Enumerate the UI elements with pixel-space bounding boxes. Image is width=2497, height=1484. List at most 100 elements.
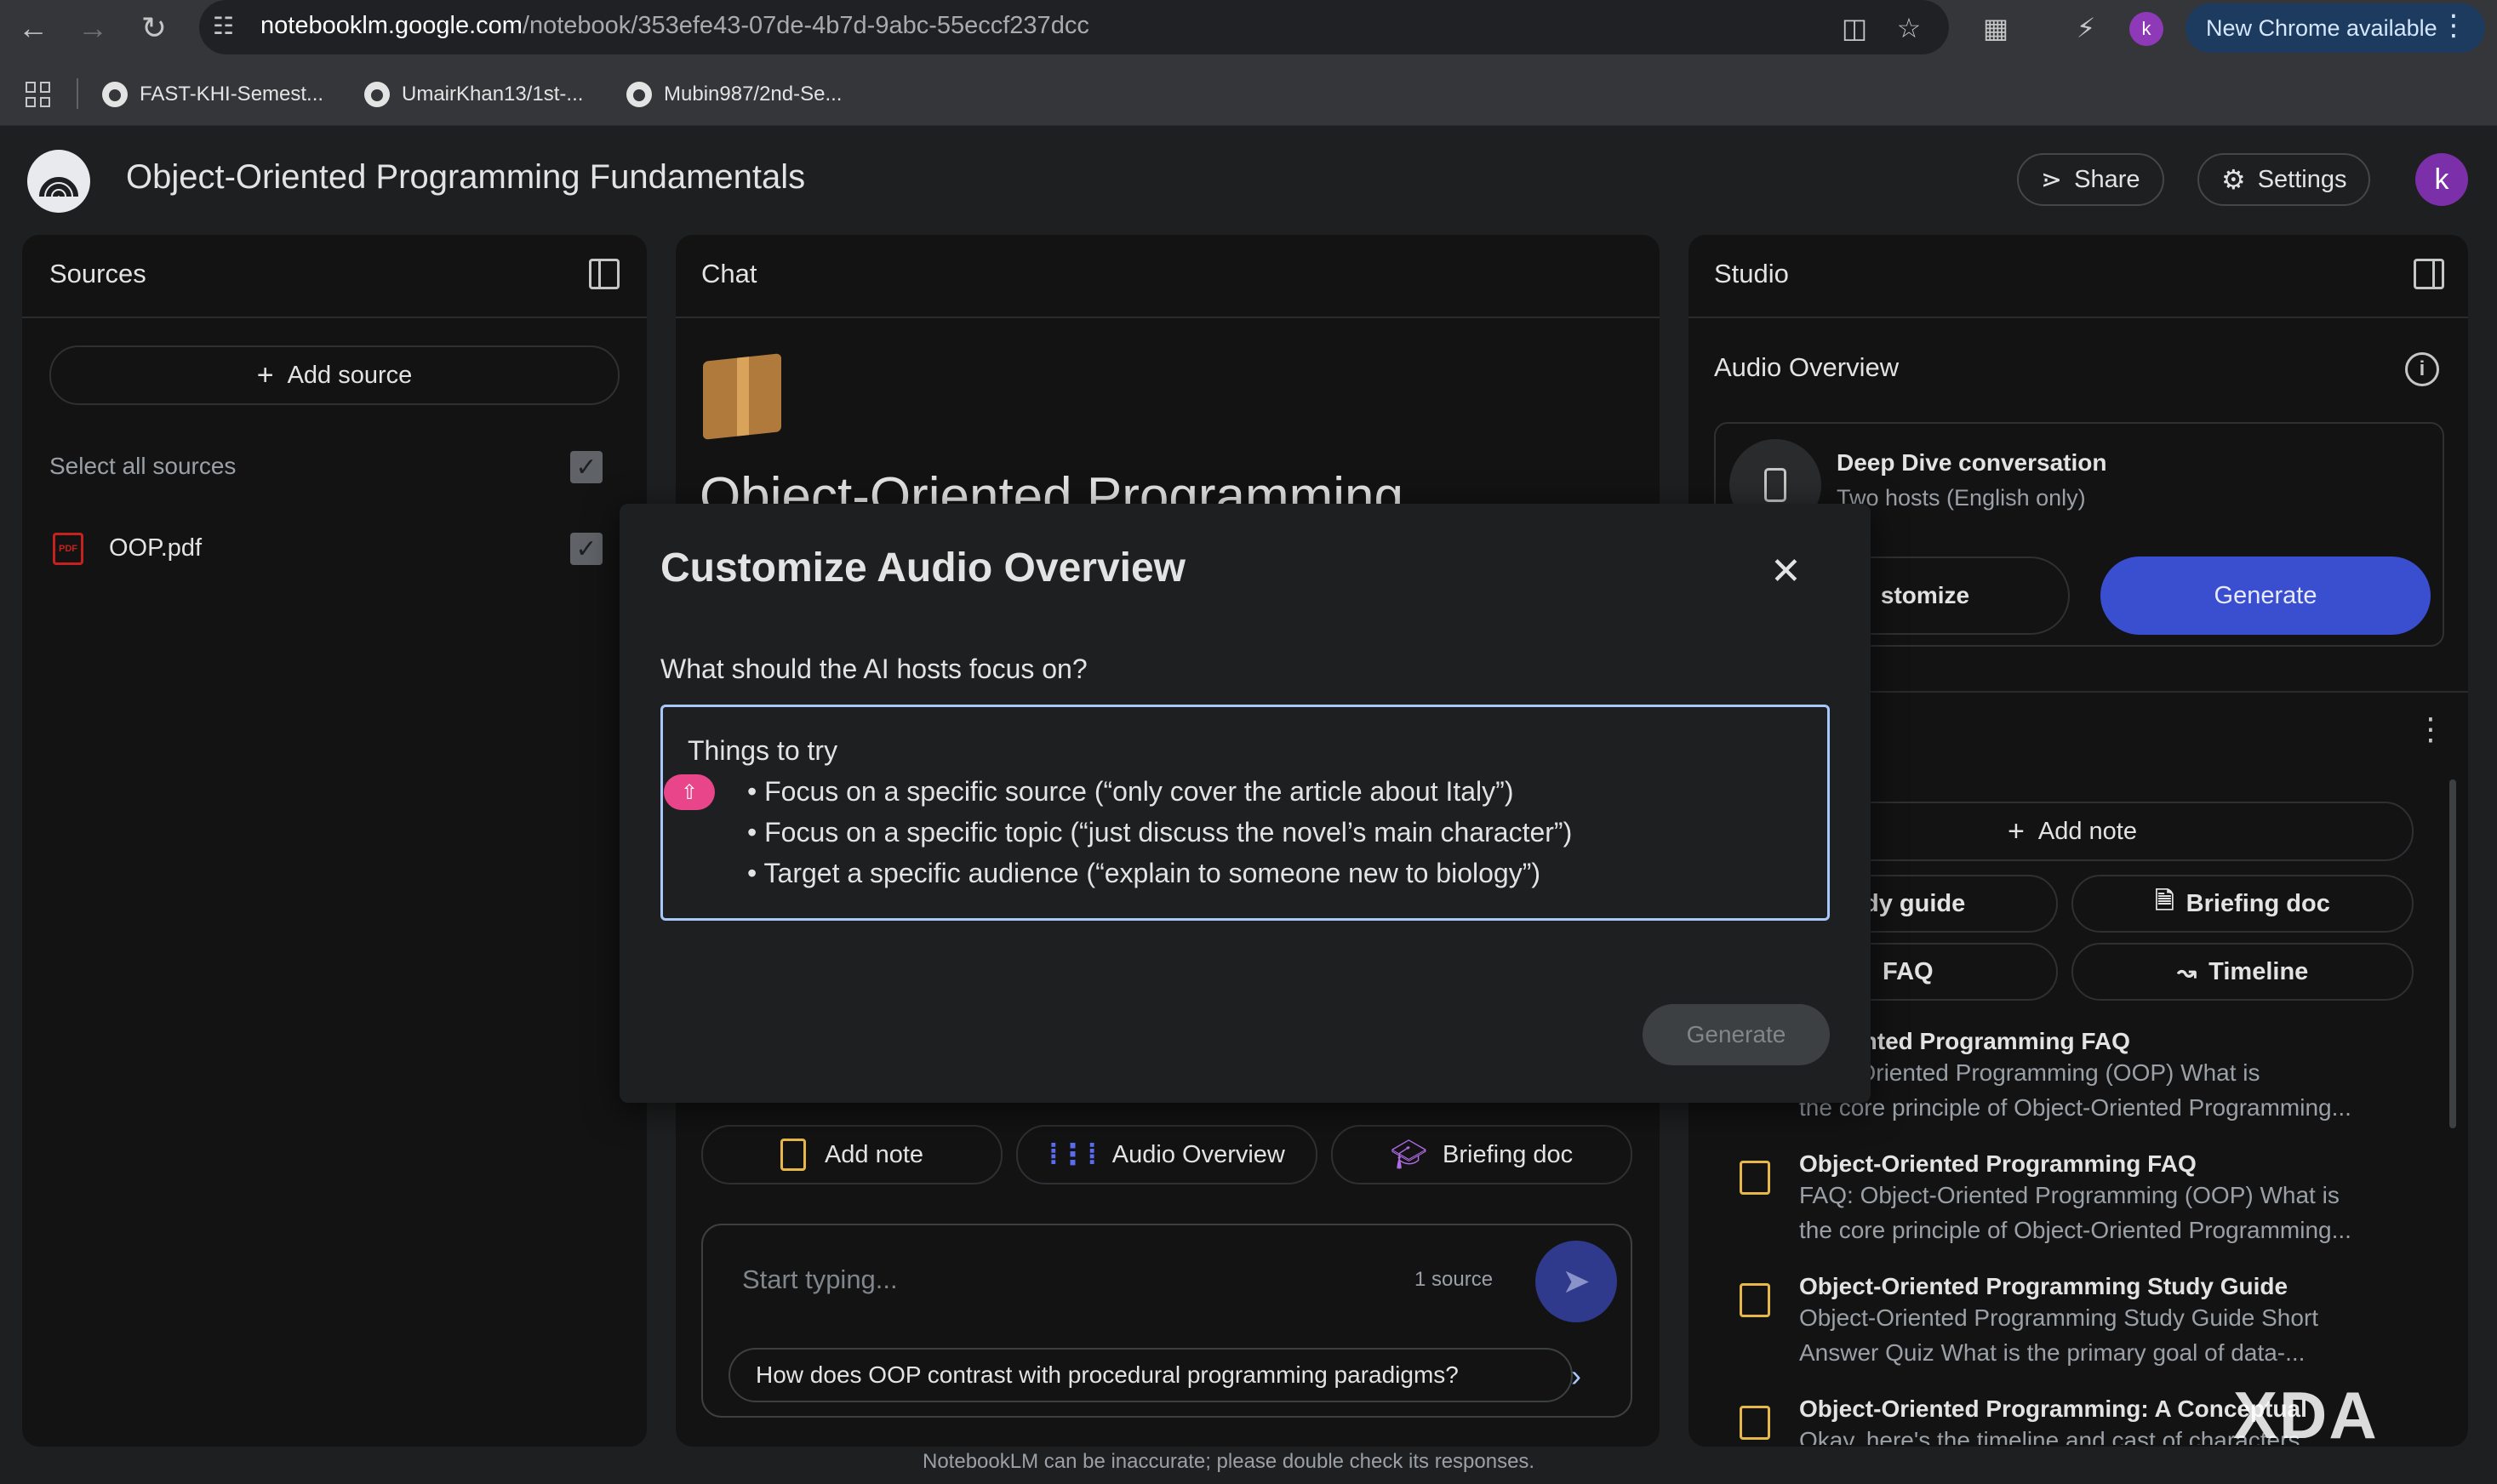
back-arrow-icon[interactable]: ← [12,7,54,49]
site-settings-icon[interactable]: ☷ [213,12,245,44]
add-note-label: Add note [824,1140,924,1168]
info-icon[interactable]: i [2405,352,2439,386]
note-title: Object-Oriented Programming FAQ [1799,1150,2197,1177]
forward-arrow-icon[interactable]: → [71,7,114,49]
user-avatar[interactable]: k [2415,153,2468,206]
pdf-icon: PDF [53,533,83,565]
note-preview: Object-Oriented Programming Study Guide … [1799,1304,2319,1331]
chrome-menu-icon[interactable]: ⋮ [2439,9,2468,43]
document-icon: 🗎︎ [2155,888,2174,914]
note-item[interactable]: Object-Oriented Programming FAQ FAQ: Obj… [1799,1150,2351,1247]
notebooklm-logo[interactable] [27,150,90,213]
note-preview: Answer Quiz What is the primary goal of … [1799,1339,2306,1366]
plus-icon: + [2008,814,2025,848]
reload-icon[interactable]: ↻ [133,7,175,49]
timeline-label: Timeline [2208,957,2309,985]
note-preview: the core principle of Object-Oriented Pr… [1799,1217,2351,1243]
note-item[interactable]: Object-Oriented Programming: A Conceptua… [1799,1396,2307,1445]
generate-audio-button[interactable]: Generate [2100,556,2431,635]
note-preview: FAQ: Object-Oriented Programming (OOP) W… [1799,1182,2340,1208]
package-emoji-icon [703,353,781,440]
collapse-panel-icon[interactable] [589,259,620,289]
gear-icon: ⚙ [2221,164,2246,195]
share-button[interactable]: ⋗ Share [2017,153,2164,206]
deep-dive-title: Deep Dive conversation [1837,449,2107,476]
settings-label: Settings [2257,165,2347,193]
source-name[interactable]: OOP.pdf [109,534,202,562]
url-path: /notebook/353efe43-07de-4b7d-9abc-55eccf… [522,12,1089,39]
url-text: notebooklm.google.com/notebook/353efe43-… [260,12,1089,40]
focus-question: What should the AI hosts focus on? [660,654,1088,684]
note-icon [1740,1283,1770,1317]
suggested-question[interactable]: How does OOP contrast with procedural pr… [729,1348,1573,1402]
close-icon[interactable]: ✕ [1770,550,1802,593]
share-icon: ⋗ [2041,165,2063,194]
bookmark-label: UmairKhan13/1st-... [402,83,584,106]
bookmark-star-icon[interactable]: ☆ [1893,12,1925,44]
studio-briefing-doc-label: Briefing doc [2186,889,2330,917]
audio-overview-button[interactable]: ⁞⋮⁞ Audio Overview [1016,1125,1317,1184]
bookmark-label: FAST-KHI-Semest... [140,83,324,106]
note-item[interactable]: Object-Oriented Programming Study Guide … [1799,1273,2318,1370]
extensions-icon[interactable]: ▦ [1980,12,2012,44]
tip-item: • Focus on a specific topic (“just discu… [747,817,1573,848]
more-options-icon[interactable]: ⋮ [2415,711,2446,747]
panel-divider [22,317,647,318]
send-button[interactable]: ➤ [1535,1241,1617,1322]
note-preview: Okay, here's the timeline and cast of ch… [1799,1427,2300,1445]
github-icon [102,82,128,107]
add-source-label: Add source [287,361,413,389]
timeline-icon: ↝ [2176,958,2197,985]
select-all-checkbox[interactable]: ✓ [570,451,603,483]
audio-waveform-icon: ⁞⋮⁞ [1049,1139,1097,1171]
xda-watermark: XDA [2233,1378,2379,1453]
note-title: Object-Oriented Programming Study Guide [1799,1273,2288,1299]
settings-button[interactable]: ⚙ Settings [2197,153,2371,206]
select-all-label: Select all sources [49,453,237,479]
panel-divider [1688,317,2468,318]
notebook-heading: Object-Oriented Programming [700,467,1403,504]
note-title: Object-Oriented Programming: A Conceptua… [1799,1396,2307,1422]
studio-scrollbar[interactable] [2449,779,2456,1128]
performance-icon[interactable]: ⚡ [2070,12,2102,44]
chat-heading: Chat [701,259,757,288]
apps-grid-icon[interactable] [26,82,51,107]
share-label: Share [2074,165,2140,193]
notebook-title[interactable]: Object-Oriented Programming Fundamentals [126,158,805,197]
notebooklm-logo-icon [39,177,78,197]
briefing-doc-button[interactable]: 🎓︎ Briefing doc [1331,1125,1632,1184]
url-host: notebooklm.google.com [260,12,523,39]
github-icon [364,82,390,107]
source-count: 1 source [1414,1268,1494,1291]
studio-add-note-label: Add note [2037,817,2137,845]
sources-heading: Sources [49,259,146,288]
bookmark-item[interactable]: FAST-KHI-Semest... [102,75,323,114]
disclaimer: NotebookLM can be inaccurate; please dou… [923,1450,1535,1473]
new-chrome-available-button[interactable]: New Chrome available ⋮ [2186,3,2485,53]
add-source-button[interactable]: + Add source [49,345,620,405]
note-item[interactable]: t-Oriented Programming FAQ bject-Oriente… [1799,1028,2351,1125]
dialog-title: Customize Audio Overview [660,545,1186,591]
collapse-panel-icon[interactable] [2414,259,2444,289]
bookmark-item[interactable]: UmairKhan13/1st-... [364,75,583,114]
audio-overview-heading: Audio Overview [1714,352,1900,382]
timeline-button[interactable]: ↝ Timeline [2071,943,2414,1001]
bookmark-item[interactable]: Mubin987/2nd-Se... [626,75,842,114]
dialog-generate-button[interactable]: Generate [1643,1004,1830,1065]
install-app-icon[interactable]: ◫ [1838,12,1871,44]
studio-briefing-doc-button[interactable]: 🗎︎ Briefing doc [2071,875,2414,933]
chevron-right-icon[interactable]: › [1571,1358,1581,1394]
studio-heading: Studio [1714,259,1789,288]
note-icon [780,1139,806,1171]
browser-profile-avatar[interactable]: k [2129,12,2163,46]
add-note-button[interactable]: Add note [701,1125,1003,1184]
source-checkbox[interactable]: ✓ [570,533,603,565]
graduation-cap-icon: 🎓︎ [1390,1139,1427,1171]
briefing-doc-label: Briefing doc [1443,1140,1574,1168]
github-icon [626,82,652,107]
bookmark-divider [77,78,78,109]
plus-icon: + [256,358,274,391]
extension-badge-icon[interactable]: ⇧ [664,774,715,810]
chat-input[interactable]: Start typing... [742,1264,898,1295]
note-icon [1740,1406,1770,1440]
